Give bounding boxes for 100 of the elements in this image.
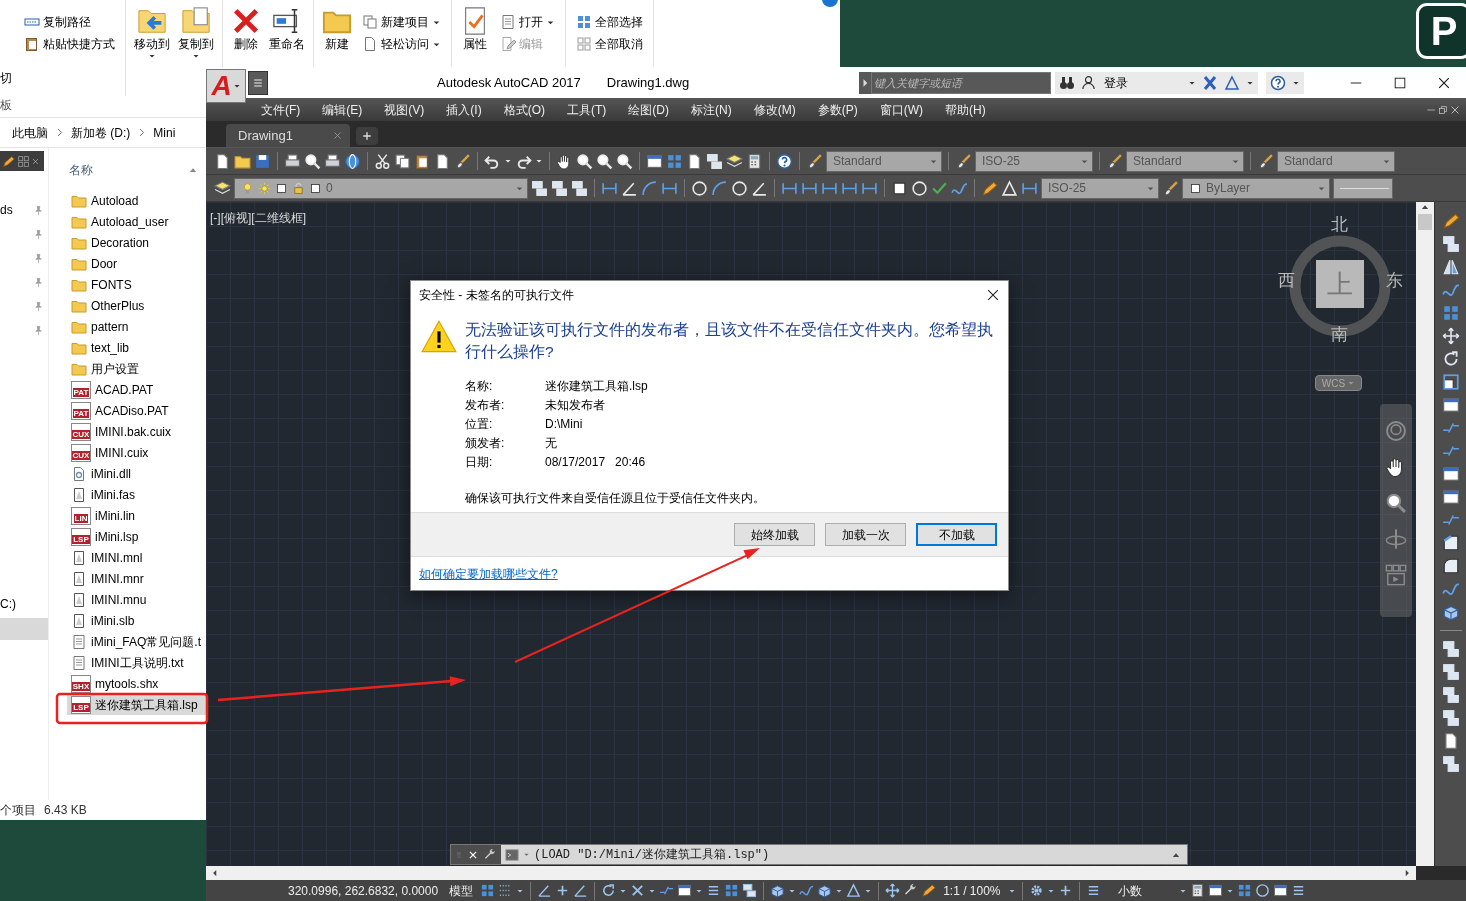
dialog-button[interactable]: 加载一次 <box>825 523 906 546</box>
box-icon[interactable] <box>817 883 833 898</box>
brush-icon[interactable] <box>1106 152 1123 170</box>
file-row[interactable]: PAT ACAD.PAT <box>67 379 206 400</box>
magnifier-icon[interactable] <box>616 152 633 170</box>
printer-icon[interactable] <box>284 152 301 170</box>
calculator-icon[interactable] <box>746 152 763 170</box>
window-icon[interactable] <box>1207 883 1223 898</box>
menu-item[interactable]: 视图(V) <box>373 100 436 119</box>
file-row[interactable]: iMini.fas <box>67 484 206 505</box>
file-row[interactable]: LIN iMini.lin <box>67 505 206 526</box>
linetype-dropdown[interactable] <box>1333 177 1393 199</box>
ribbon-button[interactable]: 打开 <box>496 11 559 33</box>
file-row[interactable]: Decoration <box>67 232 206 253</box>
stack-icon[interactable] <box>571 179 588 197</box>
search-field[interactable]: 键入关键字或短语 <box>871 71 1052 94</box>
stack-icon[interactable] <box>1441 640 1460 658</box>
file-row[interactable]: FONTS <box>67 274 206 295</box>
coordinates[interactable]: 320.0996, 262.6832, 0.0000 <box>284 881 443 900</box>
restore-icon[interactable] <box>1438 104 1448 115</box>
pencil-icon[interactable] <box>2 154 15 168</box>
units-setting[interactable]: 小数 <box>1113 881 1146 900</box>
new-tab-button[interactable] <box>356 127 378 145</box>
cross-icon[interactable] <box>468 849 478 860</box>
box-icon[interactable] <box>770 883 786 898</box>
dialog-button[interactable]: 始终加载 <box>734 523 815 546</box>
circle-icon[interactable] <box>1254 883 1270 898</box>
ribbon-button[interactable]: 粘贴快捷方式 <box>20 33 119 55</box>
stack-icon[interactable] <box>1441 755 1460 773</box>
model-space-toggle[interactable]: 模型 <box>445 881 478 900</box>
viewport-label[interactable]: [-][俯视][二维线框] <box>210 209 306 227</box>
caret-icon[interactable] <box>504 157 512 165</box>
triangle-icon[interactable] <box>846 883 862 898</box>
pencil-icon[interactable] <box>1441 212 1460 230</box>
wrench-icon[interactable] <box>483 847 497 862</box>
close-icon[interactable] <box>1437 75 1451 90</box>
annotation-scale[interactable]: 1:1 / 100% <box>939 881 1005 900</box>
page-icon[interactable] <box>434 152 451 170</box>
arc-icon[interactable] <box>711 179 728 197</box>
file-row[interactable]: OtherPlus <box>67 295 206 316</box>
pencil-icon[interactable] <box>981 179 998 197</box>
film-icon[interactable] <box>1385 564 1407 586</box>
file-row[interactable]: LSP iMini.lsp <box>67 526 206 547</box>
menu-item[interactable]: 绘图(D) <box>617 100 680 119</box>
magnifier-icon[interactable] <box>576 152 593 170</box>
ribbon-button[interactable]: 移动到 <box>132 0 172 60</box>
ribbon-button[interactable]: 切 <box>0 69 14 87</box>
brush-icon[interactable] <box>1162 179 1179 197</box>
chamfer-icon[interactable] <box>1441 534 1460 552</box>
file-row[interactable]: CUX IMINI.cuix <box>67 442 206 463</box>
wrench-icon[interactable] <box>903 883 919 898</box>
application-button[interactable]: A <box>206 69 246 103</box>
help-icon[interactable] <box>1270 74 1287 91</box>
horizontal-scrollbar[interactable] <box>206 866 1416 880</box>
file-row[interactable]: CUX IMINI.bak.cuix <box>67 421 206 442</box>
stack-icon[interactable] <box>742 883 758 898</box>
stack-icon[interactable] <box>531 179 548 197</box>
magnifier-icon[interactable] <box>304 152 321 170</box>
printer-icon[interactable] <box>324 152 341 170</box>
stack-icon[interactable] <box>706 152 723 170</box>
square-icon[interactable] <box>275 181 288 195</box>
maximize-icon[interactable] <box>1393 75 1407 90</box>
file-row[interactable]: iMini.slb <box>67 610 206 631</box>
nav-item-label[interactable]: C:) <box>0 595 16 613</box>
stack-icon[interactable] <box>1441 235 1460 253</box>
move-icon[interactable] <box>885 883 901 898</box>
page-icon[interactable] <box>686 152 703 170</box>
compass-label[interactable]: 南 <box>1331 326 1348 343</box>
gear-icon[interactable] <box>1028 883 1044 898</box>
window-icon[interactable] <box>1441 465 1460 483</box>
cross-icon[interactable] <box>630 883 646 898</box>
ribbon-button[interactable]: 复制到 <box>176 0 216 60</box>
close-icon[interactable] <box>986 288 1000 302</box>
menu-item[interactable]: 插入(I) <box>435 100 493 119</box>
fillet-icon[interactable] <box>1441 557 1460 575</box>
vertical-scrollbar[interactable] <box>1416 202 1434 866</box>
square-icon[interactable] <box>309 181 322 195</box>
menu-item[interactable]: 帮助(H) <box>934 100 997 119</box>
grid-outline-icon[interactable] <box>17 154 30 168</box>
caret-icon[interactable] <box>535 157 543 165</box>
window-icon[interactable] <box>646 152 663 170</box>
menu-item[interactable]: 格式(O) <box>492 100 556 119</box>
curve-icon[interactable] <box>1441 580 1460 598</box>
mirror-icon[interactable] <box>1441 258 1460 276</box>
menu-item[interactable]: 文件(F) <box>250 100 312 119</box>
menu-item[interactable]: 工具(T) <box>556 100 618 119</box>
binoculars-icon[interactable] <box>1059 74 1076 91</box>
ribbon-button[interactable]: 轻松访问 <box>358 33 445 55</box>
clipboard-icon[interactable] <box>414 152 431 170</box>
page-icon[interactable] <box>214 152 231 170</box>
curve-icon[interactable] <box>799 883 815 898</box>
copy-icon[interactable] <box>394 152 411 170</box>
window-icon[interactable] <box>677 883 693 898</box>
file-row[interactable]: pattern <box>67 316 206 337</box>
layers-icon[interactable] <box>726 152 743 170</box>
triangle-icon[interactable] <box>1224 74 1241 91</box>
ribbon-button[interactable]: 新建项目 <box>358 11 445 33</box>
arc-icon[interactable] <box>641 179 658 197</box>
wheel-icon[interactable] <box>1385 420 1407 442</box>
ribbon-button[interactable]: 复制路径 <box>20 11 119 33</box>
